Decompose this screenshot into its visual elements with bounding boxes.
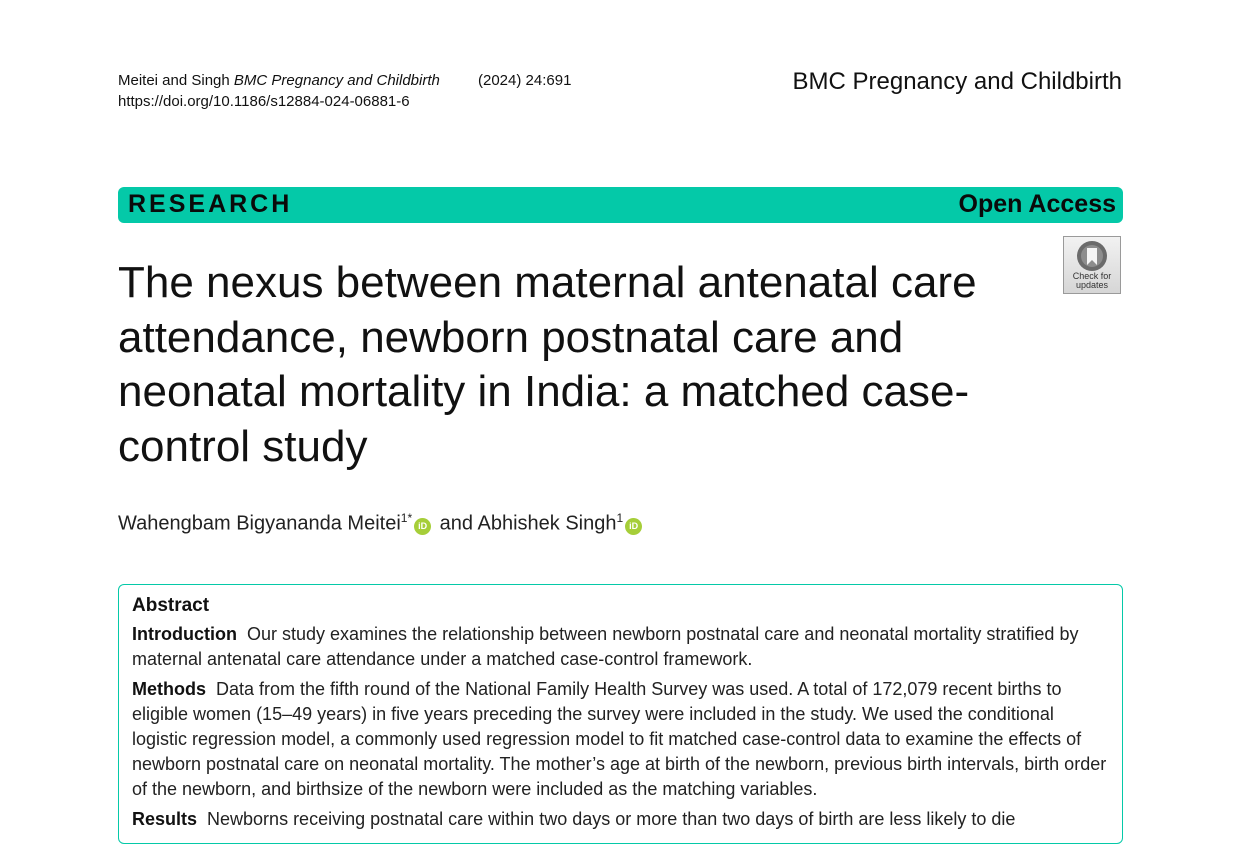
abstract-section-introduction: Introduction Our study examines the relat…: [132, 622, 1109, 672]
check-for-updates-button[interactable]: Check for updates: [1063, 236, 1121, 294]
doi-link[interactable]: https://doi.org/10.1186/s12884-024-06881…: [118, 91, 440, 112]
article-title: The nexus between maternal antenatal car…: [118, 258, 977, 471]
abstract-section-results: Results Newborns receiving postnatal care…: [132, 807, 1109, 832]
orcid-icon[interactable]: iD: [625, 517, 643, 535]
section-text: Our study examines the relationship betw…: [132, 624, 1079, 669]
affiliation-marker[interactable]: 1*: [401, 511, 412, 525]
author-name[interactable]: Abhishek Singh: [478, 513, 617, 535]
section-label: Methods: [132, 679, 206, 699]
citation-line: Meitei and Singh BMC Pregnancy and Child…: [118, 70, 571, 91]
author-connector: and: [439, 512, 474, 535]
abstract-heading: Abstract: [132, 595, 210, 616]
journal-name: BMC Pregnancy and Childbirth: [792, 68, 1123, 95]
citation-volume: (2024) 24:691: [478, 72, 572, 89]
section-text: Data from the fifth round of the Nationa…: [132, 679, 1107, 799]
author-name[interactable]: Wahengbam Bigyananda Meitei: [118, 513, 401, 535]
section-text: Newborns receiving postnatal care within…: [207, 809, 1016, 829]
section-label: Introduction: [132, 624, 237, 644]
bookmark-icon: [1077, 241, 1107, 271]
author-list: Wahengbam Bigyananda Meitei1*iD and Abhi…: [118, 511, 645, 536]
abstract-box: Abstract Introduction Our study examines …: [118, 584, 1123, 844]
orcid-icon[interactable]: iD: [414, 517, 432, 535]
abstract-section-methods: Methods Data from the fifth round of the …: [132, 677, 1109, 802]
section-label: Results: [132, 809, 198, 829]
article-type: RESEARCH: [128, 190, 293, 218]
open-access-label: Open Access: [958, 190, 1116, 218]
authors-short: Meitei and Singh: [118, 72, 230, 89]
article-type-banner: RESEARCH Open Access: [118, 187, 1123, 223]
article-header-meta: Meitei and Singh BMC Pregnancy and Child…: [118, 70, 571, 112]
journal-italic: BMC Pregnancy and Childbirth: [233, 72, 440, 89]
affiliation-marker[interactable]: 1: [616, 511, 623, 525]
check-updates-line2: updates: [1075, 280, 1109, 290]
